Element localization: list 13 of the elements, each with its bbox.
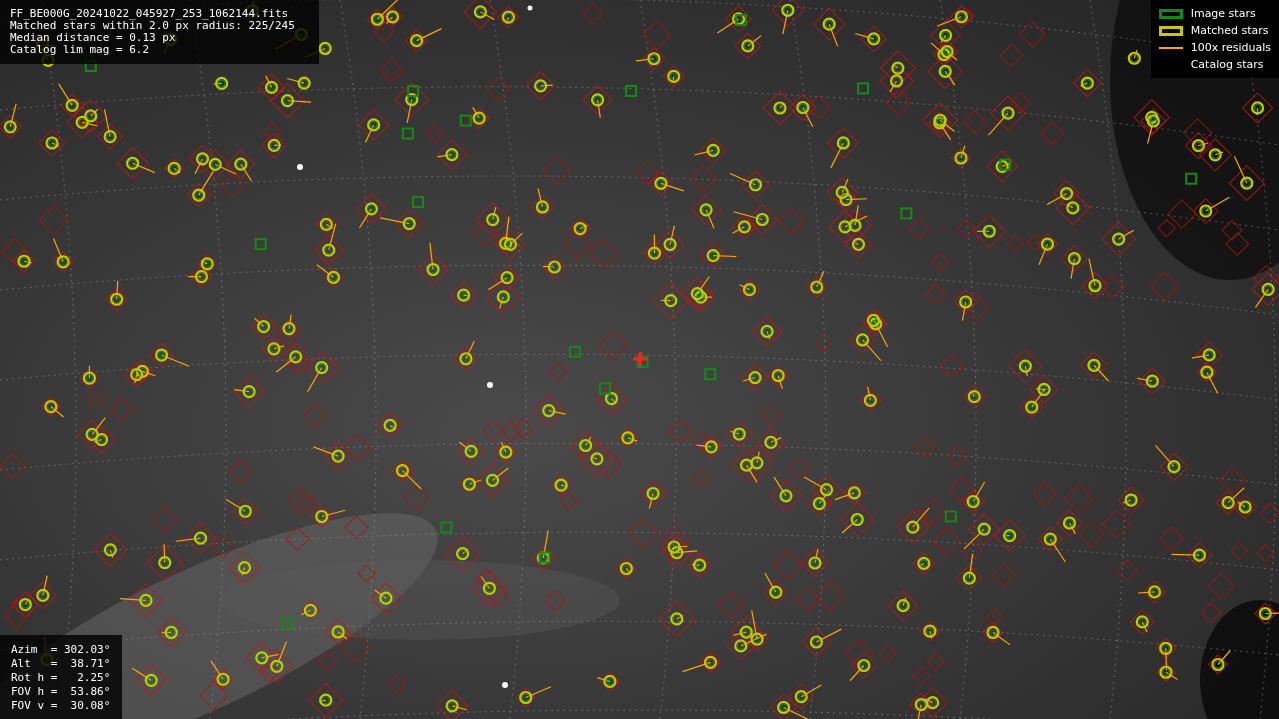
info-line: Matched stars within 2.0 px radius: 225/245 <box>10 20 296 32</box>
info-line: FF_BE000G_20241022_045927_253_1062144.fits <box>10 8 290 20</box>
pointing-line: Azim = 302.03° <box>11 643 111 657</box>
legend-label: Matched stars <box>1190 23 1269 38</box>
info-line: Catalog lim mag = 6.2 <box>10 44 151 56</box>
legend-label: Catalog stars <box>1190 57 1264 72</box>
pointing-line: Alt = 38.71° <box>11 657 111 671</box>
pointing-line: FOV v = 30.08° <box>11 699 111 713</box>
pointing-line: Rot h = 2.25° <box>11 671 111 685</box>
legend-label: Image stars <box>1190 6 1256 21</box>
legend-label: 100x residuals <box>1190 40 1271 55</box>
pointing-line: FOV h = 53.86° <box>11 685 111 699</box>
info-line: Median distance = 0.13 px <box>10 32 177 44</box>
